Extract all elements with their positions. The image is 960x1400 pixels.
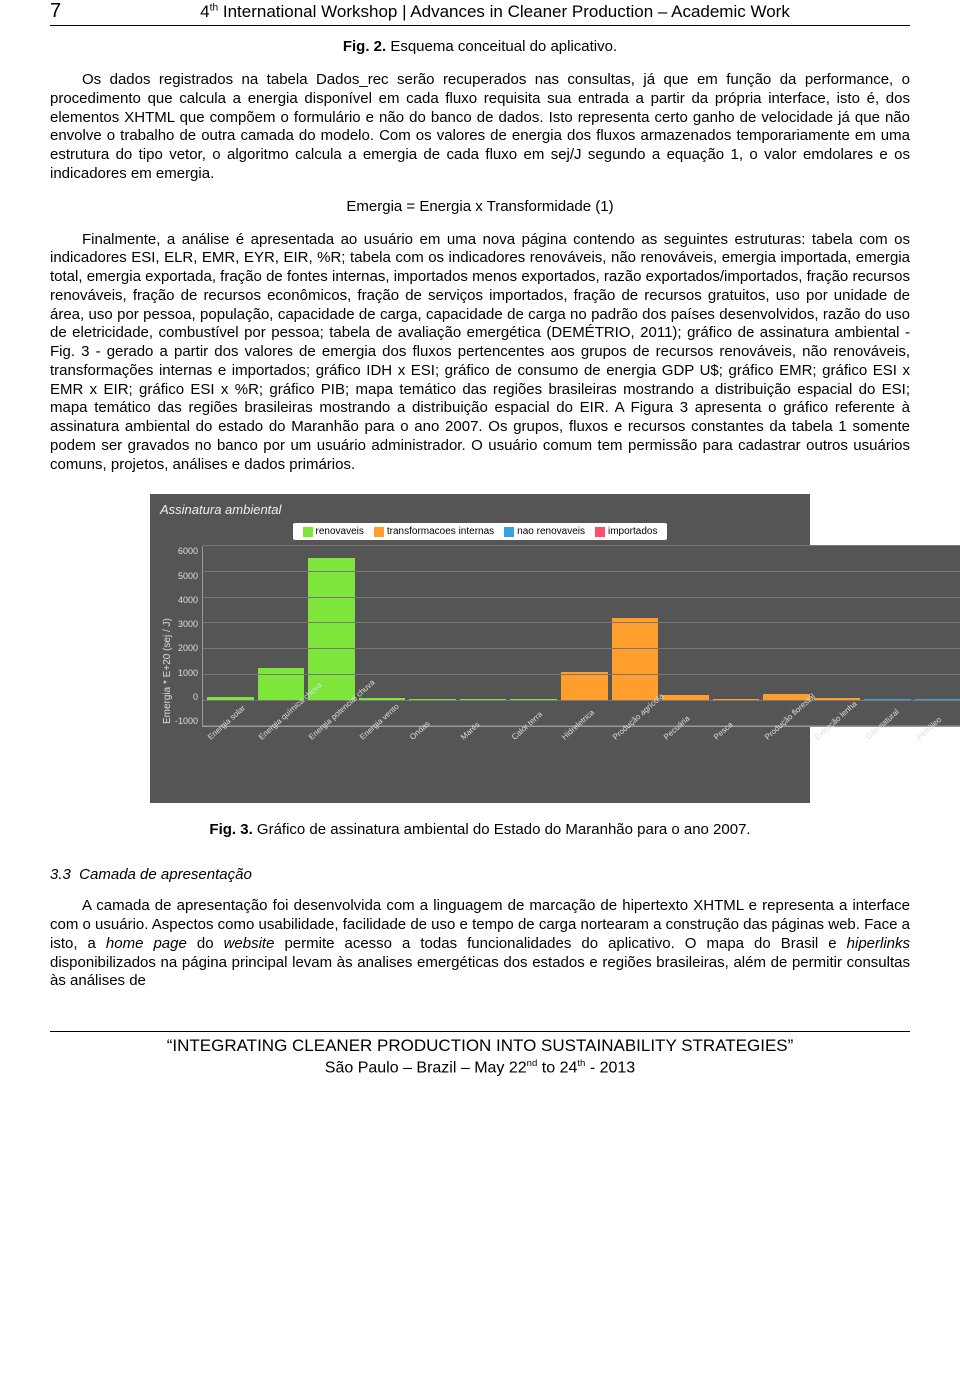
legend-item: transformacoes internas [374, 526, 494, 537]
y-tick: 6000 [178, 546, 198, 556]
bar [612, 618, 659, 700]
body-paragraph-1: Os dados registrados na tabela Dados_rec… [50, 71, 910, 184]
chart-title: Assinatura ambiental [160, 502, 800, 517]
gridline [203, 700, 960, 701]
y-tick: 2000 [178, 643, 198, 653]
figure-3-chart: Assinatura ambiental renovaveis transform… [150, 494, 810, 803]
y-tick: -1000 [175, 716, 198, 726]
running-header: 7 4th International Workshop | Advances … [50, 0, 910, 26]
gridline [203, 545, 960, 546]
y-tick: 3000 [178, 619, 198, 629]
gridline [203, 622, 960, 623]
figure-3-caption: Fig. 3. Gráfico de assinatura ambiental … [50, 821, 910, 838]
figure-2-caption: Fig. 2. Esquema conceitual do aplicativo… [50, 38, 910, 55]
footer-line-1: “INTEGRATING CLEANER PRODUCTION INTO SUS… [50, 1036, 910, 1056]
gridline [203, 674, 960, 675]
y-tick: 1000 [178, 668, 198, 678]
chart-legend: renovaveis transformacoes internas nao ren… [293, 523, 668, 540]
legend-item: renovaveis [303, 526, 364, 537]
chart-x-axis: Energia solarEnergia química chuvaEnergi… [202, 729, 960, 797]
y-tick: 5000 [178, 571, 198, 581]
bar [308, 558, 355, 701]
chart-y-axis-label: Emergia * E+20 (sej / J) [160, 546, 175, 797]
legend-item: nao renovaveis [504, 526, 585, 537]
section-3-3-heading: 3.3 Camada de apresentação [50, 866, 910, 883]
body-paragraph-3: A camada de apresentação foi desenvolvid… [50, 897, 910, 991]
gridline [203, 571, 960, 572]
footer-line-2: São Paulo – Brazil – May 22nd to 24th - … [50, 1058, 910, 1077]
gridline [203, 597, 960, 598]
chart-y-axis: 6000 5000 4000 3000 2000 1000 0 -1000 [175, 546, 202, 726]
bar [561, 672, 608, 700]
header-title: 4th International Workshop | Advances in… [80, 2, 910, 22]
legend-item: importados [595, 526, 657, 537]
chart-plot-area [202, 546, 960, 727]
y-tick: 4000 [178, 595, 198, 605]
running-footer: “INTEGRATING CLEANER PRODUCTION INTO SUS… [50, 1031, 910, 1077]
equation-1: Emergia = Energia x Transformidade (1) [50, 198, 910, 215]
y-tick: 0 [193, 692, 198, 702]
gridline [203, 648, 960, 649]
page-number: 7 [50, 0, 80, 23]
body-paragraph-2: Finalmente, a análise é apresentada ao u… [50, 231, 910, 475]
